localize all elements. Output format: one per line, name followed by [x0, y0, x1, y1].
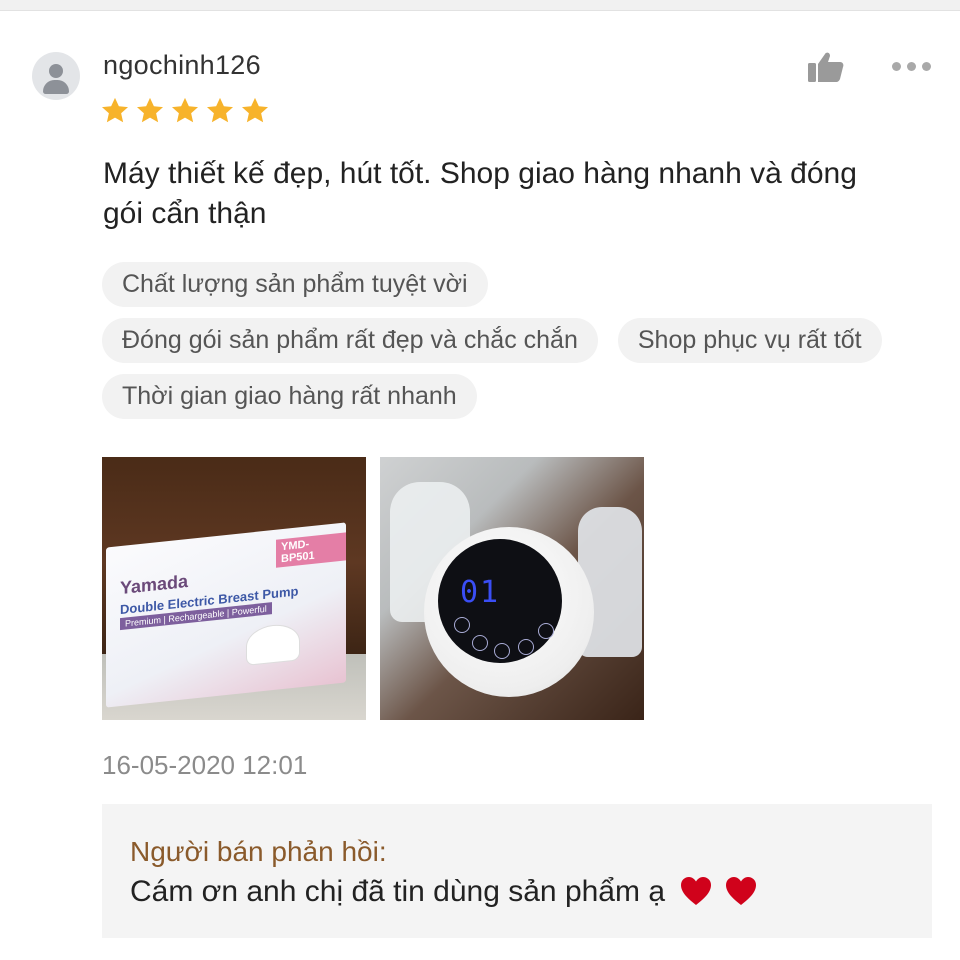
review-date: 16-05-2020 12:01 [102, 750, 308, 780]
avatar-body-shape [43, 80, 69, 94]
review-tag: Đóng gói sản phẩm rất đẹp và chắc chắn [102, 318, 598, 363]
box-model-label: YMD-BP501 [276, 532, 346, 568]
product-box-image: YMD-BP501 Yamada Double Electric Breast … [106, 522, 346, 708]
box-brand-label: Yamada [120, 570, 189, 599]
star-rating [100, 96, 270, 126]
review-photo-pump-device[interactable]: 01 [380, 457, 644, 720]
review-tags: Chất lượng sản phẩm tuyệt vời Đóng gói sả… [102, 262, 902, 419]
dot-icon [892, 62, 901, 71]
review-tag: Shop phục vụ rất tốt [617, 318, 882, 363]
dot-icon [907, 62, 916, 71]
pump-display-screen: 01 [438, 539, 562, 663]
plus-button-icon [518, 639, 534, 655]
review-photo-product-box[interactable]: YMD-BP501 Yamada Double Electric Breast … [102, 457, 366, 720]
seller-reply-text-row: Cám ơn anh chị đã tin dùng sản phẩm ạ [130, 875, 758, 909]
top-divider [0, 0, 960, 11]
star-icon [172, 97, 198, 123]
avatar-head-shape [49, 64, 63, 78]
star-icon [137, 97, 163, 123]
pump-button-icon [472, 635, 488, 651]
more-dots-icon[interactable] [892, 62, 936, 72]
heart-icon [681, 877, 712, 905]
dot-icon [922, 62, 931, 71]
thumbs-up-icon[interactable] [806, 50, 846, 84]
username[interactable]: ngochinh126 [103, 50, 261, 81]
review-comment: Máy thiết kế đẹp, hút tốt. Shop giao hàn… [103, 157, 857, 230]
star-icon [207, 97, 233, 123]
pump-display-digits: 01 [460, 575, 501, 610]
star-icon [102, 97, 128, 123]
review-tag: Chất lượng sản phẩm tuyệt vời [102, 262, 488, 307]
pump-dial-image: 01 [424, 527, 594, 697]
minus-button-icon [538, 623, 554, 639]
star-icon [242, 97, 268, 123]
seller-reply-label: Người bán phản hồi: [130, 836, 387, 867]
box-device-image [246, 622, 300, 666]
pump-button-icon [454, 617, 470, 633]
seller-reply-text: Cám ơn anh chị đã tin dùng sản phẩm ạ [130, 875, 666, 908]
power-button-icon [494, 643, 510, 659]
review-tag: Thời gian giao hàng rất nhanh [102, 374, 477, 419]
heart-icon [725, 877, 756, 905]
user-avatar-icon[interactable] [32, 52, 80, 100]
seller-reply-box: Người bán phản hồi: Cám ơn anh chị đã ti… [102, 804, 932, 938]
